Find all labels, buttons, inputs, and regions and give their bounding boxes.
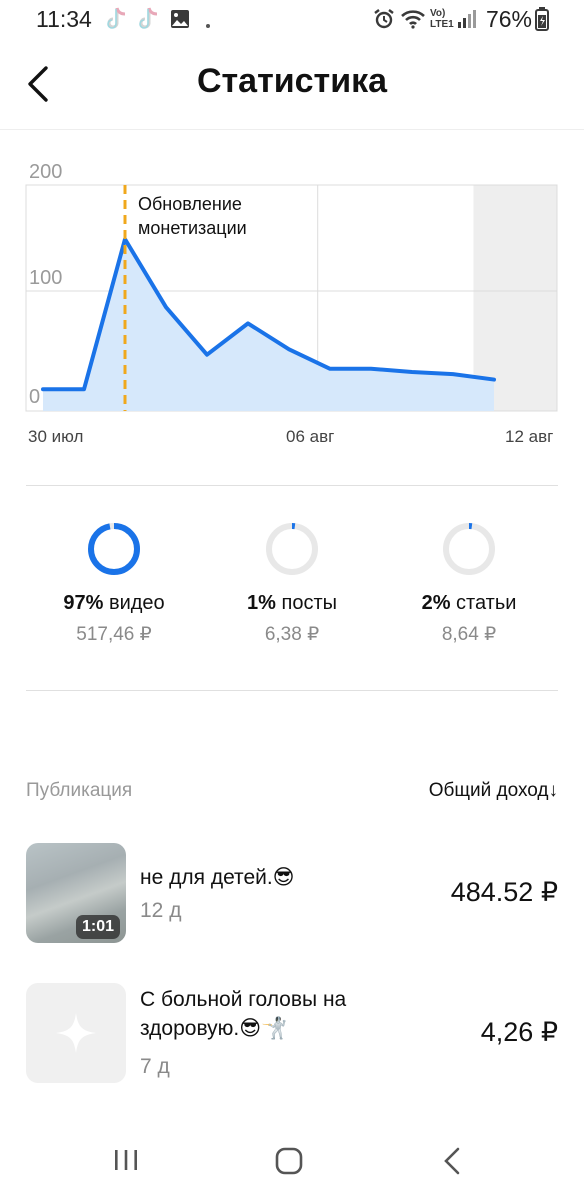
- ring-chart-articles: [443, 523, 495, 575]
- earnings-chart[interactable]: Обновление монетизации 200 100 0 30 июл 06 …: [0, 150, 584, 460]
- annotation-label-line2: монетизации: [138, 218, 247, 238]
- recent-apps-icon[interactable]: [112, 1146, 140, 1179]
- column-publication: Публикация: [26, 780, 133, 801]
- x-tick-label: 06 авг: [286, 427, 334, 446]
- back-icon[interactable]: [440, 1146, 466, 1181]
- divider: [26, 485, 558, 486]
- x-tick-label: 12 авг: [505, 427, 553, 446]
- gallery-icon: [170, 9, 190, 34]
- breakdown-amount: 6,38 ₽: [264, 624, 320, 645]
- video-duration-badge: 1:01: [75, 915, 120, 939]
- breakdown-amount: 517,46 ₽: [76, 624, 152, 645]
- y-tick-label: 200: [29, 161, 62, 183]
- publication-title-line2: здоровую.😎🤺: [140, 1017, 288, 1040]
- video-thumbnail: 1:01: [26, 843, 126, 943]
- alarm-icon: [373, 8, 395, 35]
- ring-arc: [88, 523, 140, 575]
- chart-svg: Обновление монетизации 200 100 0 30 июл 06 …: [25, 161, 558, 446]
- x-tick-label: 30 июл: [28, 427, 83, 446]
- breakdown-percent: 2%: [421, 592, 451, 614]
- y-tick-label: 0: [29, 386, 40, 408]
- publication-title-line1: С больной головы на: [140, 988, 347, 1011]
- breakdown-posts[interactable]: 1% посты 6,38 ₽: [192, 520, 392, 646]
- breakdown-amount: 8,64 ₽: [441, 624, 497, 645]
- list-item[interactable]: С больной головы на здоровую.😎🤺 7 д 4,26…: [26, 983, 558, 1083]
- dot-icon: [205, 16, 211, 34]
- page-title: Статистика: [196, 62, 388, 100]
- sparkle-icon: [56, 1013, 96, 1053]
- home-icon[interactable]: [274, 1146, 304, 1181]
- signal-icon: [456, 8, 478, 35]
- breakdown-label: статьи: [456, 592, 517, 614]
- chart-area-series: [43, 239, 494, 411]
- breakdown-label: видео: [108, 592, 165, 614]
- revenue-breakdown: 97% видео 517,46 ₽ 1% посты 6,38 ₽ 2% ст…: [0, 520, 584, 660]
- x-tick-labels: 30 июл 06 авг 12 авг: [28, 427, 553, 446]
- list-header: Публикация Общий доход↓: [26, 778, 558, 808]
- tiktok-icon: [104, 6, 128, 37]
- status-bar: 11:34 Vo) LTE1 76%: [0, 0, 584, 40]
- publication-income: 484.52 ₽: [450, 877, 558, 907]
- header: Статистика: [0, 40, 584, 130]
- publication-age: 12 д: [140, 899, 182, 922]
- ring-chart-video: [88, 523, 140, 575]
- volte-icon: Vo) LTE1: [430, 8, 454, 30]
- publication-title: не для детей.😎: [140, 866, 295, 889]
- breakdown-articles[interactable]: 2% статьи 8,64 ₽: [369, 520, 569, 646]
- sort-total-income-button[interactable]: Общий доход↓: [429, 780, 558, 802]
- publication-income: 4,26 ₽: [480, 1017, 558, 1047]
- status-time: 11:34: [36, 6, 92, 32]
- breakdown-percent: 97%: [63, 592, 104, 614]
- publication-age: 7 д: [140, 1055, 170, 1078]
- breakdown-video[interactable]: 97% видео 517,46 ₽: [14, 520, 214, 646]
- y-tick-labels: 200 100 0: [29, 161, 62, 408]
- wifi-icon: [400, 8, 426, 35]
- breakdown-label: посты: [281, 592, 337, 614]
- breakdown-percent: 1%: [247, 592, 276, 614]
- list-item[interactable]: 1:01 не для детей.😎 12 д 484.52 ₽: [26, 843, 558, 943]
- tiktok-icon: [136, 6, 160, 37]
- system-nav-bar: [0, 1130, 584, 1200]
- battery-percent: 76%: [485, 6, 532, 32]
- ring-chart-posts: [266, 523, 318, 575]
- y-tick-label: 100: [29, 267, 62, 289]
- article-thumbnail: [26, 983, 126, 1083]
- annotation-label-line1: Обновление: [138, 194, 242, 214]
- divider: [26, 690, 558, 691]
- battery-icon: [535, 7, 549, 36]
